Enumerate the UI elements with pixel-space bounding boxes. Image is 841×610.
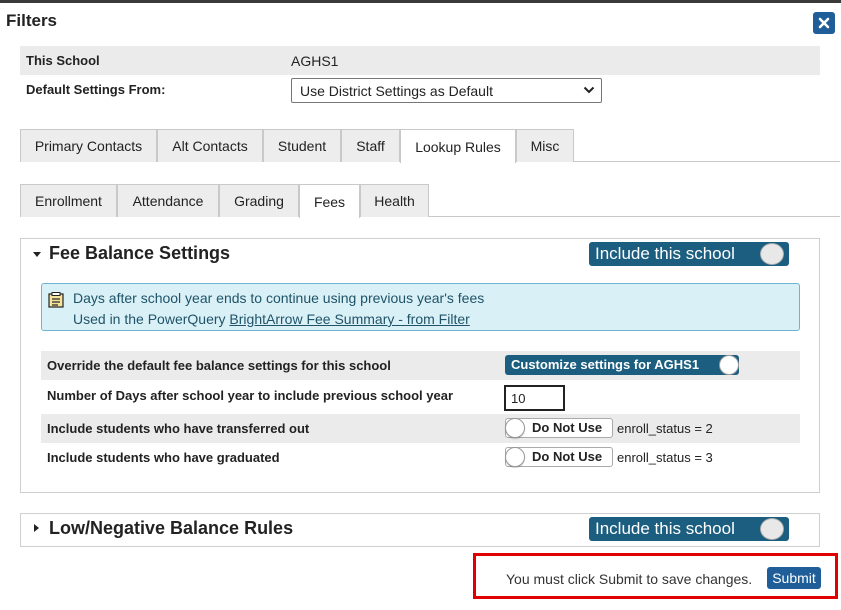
transferred-setting-row: Include students who have transferred ou… <box>41 414 800 443</box>
school-label: This School <box>26 53 100 68</box>
toggle-knob <box>505 418 525 438</box>
include-school-label: Include this school <box>595 244 735 263</box>
submit-highlight-box: You must click Submit to save changes. S… <box>473 553 838 599</box>
close-button[interactable] <box>813 12 835 34</box>
transferred-toggle-label: Do Not Use <box>532 420 603 435</box>
include-school-toggle[interactable]: Include this school <box>589 242 789 266</box>
tab-label: Staff <box>356 138 385 154</box>
transferred-toggle[interactable]: Do Not Use <box>505 418 613 438</box>
days-value: 10 <box>511 391 526 406</box>
customize-settings-toggle[interactable]: Customize settings for AGHS1 <box>505 355 739 375</box>
transferred-label: Include students who have transferred ou… <box>47 421 310 436</box>
graduated-toggle-label: Do Not Use <box>532 449 603 464</box>
include-school-label: Include this school <box>595 519 735 538</box>
tab-label: Lookup Rules <box>415 138 501 155</box>
toggle-knob <box>760 518 784 540</box>
tab-attendance[interactable]: Attendance <box>117 184 219 217</box>
info-usage-prefix: Used in the PowerQuery <box>73 311 226 327</box>
info-description: Days after school year ends to continue … <box>73 290 485 306</box>
toggle-knob <box>760 243 784 265</box>
graduated-label: Include students who have graduated <box>47 450 280 465</box>
tab-label: Misc <box>530 138 560 154</box>
caret-right-icon <box>34 524 39 532</box>
days-setting-row: Number of Days after school year to incl… <box>41 385 800 414</box>
low-balance-header[interactable]: Low/Negative Balance Rules Include this … <box>21 514 819 546</box>
tab-primary-contacts[interactable]: Primary Contacts <box>20 129 157 162</box>
graduated-setting-row: Include students who have graduated Do N… <box>41 443 800 472</box>
graduated-toggle[interactable]: Do Not Use <box>505 447 613 467</box>
transferred-enroll-status: enroll_status = 2 <box>617 421 713 436</box>
days-input[interactable]: 10 <box>504 385 565 411</box>
default-settings-label: Default Settings From: <box>26 82 166 97</box>
note-icon <box>48 292 64 308</box>
graduated-enroll-status: enroll_status = 3 <box>617 450 713 465</box>
tab-label: Student <box>277 138 327 154</box>
default-settings-row: Default Settings From: Use District Sett… <box>20 75 820 109</box>
school-value: AGHS1 <box>291 53 339 69</box>
info-usage: Used in the PowerQuery BrightArrow Fee S… <box>73 311 470 327</box>
override-label: Override the default fee balance setting… <box>47 358 391 373</box>
toggle-knob <box>719 355 739 375</box>
fee-balance-panel: Fee Balance Settings Include this school… <box>20 238 820 493</box>
tab-label: Attendance <box>132 193 204 209</box>
fee-balance-title: Fee Balance Settings <box>49 243 231 263</box>
default-settings-value: Use District Settings as Default <box>300 83 493 99</box>
caret-down-icon <box>33 252 41 257</box>
submit-button[interactable]: Submit <box>767 567 821 589</box>
tab-misc[interactable]: Misc <box>516 129 574 162</box>
tab-health[interactable]: Health <box>360 184 429 217</box>
tab-label: Alt Contacts <box>172 138 248 154</box>
tab-lookup-rules[interactable]: Lookup Rules <box>400 129 516 163</box>
tab-alt-contacts[interactable]: Alt Contacts <box>157 129 263 162</box>
main-tab-bar: Primary Contacts Alt Contacts Student St… <box>20 129 840 163</box>
dialog-title-bar: Filters <box>0 0 841 37</box>
tab-label: Fees <box>313 193 346 210</box>
school-row: This School AGHS1 <box>20 46 820 75</box>
tab-enrollment[interactable]: Enrollment <box>20 184 117 217</box>
days-label: Number of Days after school year to incl… <box>47 388 454 403</box>
customize-settings-label: Customize settings for AGHS1 <box>511 357 700 372</box>
chevron-down-icon <box>583 86 595 94</box>
tab-grading[interactable]: Grading <box>219 184 299 217</box>
brightarrow-fee-summary-link[interactable]: BrightArrow Fee Summary - from Filter <box>229 311 469 327</box>
tab-label: Grading <box>234 193 284 209</box>
close-icon <box>818 17 830 29</box>
fee-info-box: Days after school year ends to continue … <box>41 283 800 331</box>
default-settings-select[interactable]: Use District Settings as Default <box>291 78 602 103</box>
low-balance-title: Low/Negative Balance Rules <box>49 518 294 538</box>
tab-label: Primary Contacts <box>34 138 143 154</box>
tab-label: Health <box>374 193 415 209</box>
tab-label: Enrollment <box>35 193 102 209</box>
tab-fees[interactable]: Fees <box>299 184 360 218</box>
fee-balance-header[interactable]: Fee Balance Settings Include this school <box>21 239 819 271</box>
tab-student[interactable]: Student <box>263 129 341 162</box>
include-school-toggle[interactable]: Include this school <box>589 517 789 541</box>
save-reminder: You must click Submit to save changes. <box>506 571 753 587</box>
low-balance-panel: Low/Negative Balance Rules Include this … <box>20 513 820 547</box>
sub-tab-bar: Enrollment Attendance Grading Fees Healt… <box>20 184 840 218</box>
submit-label: Submit <box>772 570 816 586</box>
tab-staff[interactable]: Staff <box>341 129 400 162</box>
override-setting-row: Override the default fee balance setting… <box>41 351 800 380</box>
dialog-title: Filters <box>6 11 58 30</box>
toggle-knob <box>505 447 525 467</box>
